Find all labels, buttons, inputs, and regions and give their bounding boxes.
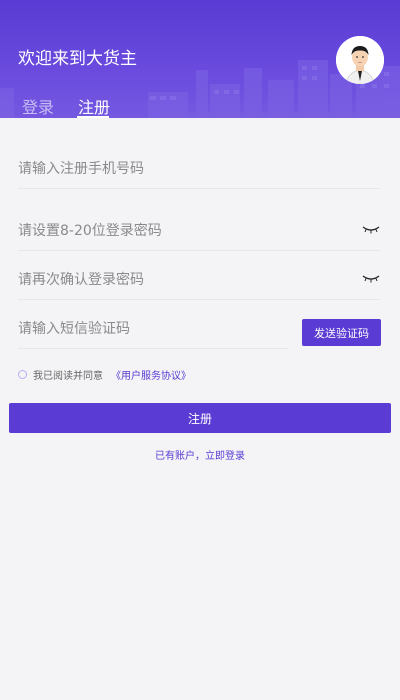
tab-register[interactable]: 注册 bbox=[78, 94, 110, 118]
tab-login[interactable]: 登录 bbox=[22, 94, 54, 118]
welcome-title: 欢迎来到大货主 bbox=[18, 49, 137, 69]
agreement-row: 我已阅读并同意 《用户服务协议》 bbox=[18, 367, 191, 382]
confirm-password-input[interactable] bbox=[18, 260, 380, 299]
active-tab-indicator bbox=[77, 116, 109, 118]
phone-field bbox=[18, 149, 380, 189]
login-link[interactable]: 已有账户，立即登录 bbox=[0, 447, 400, 462]
register-button[interactable]: 注册 bbox=[9, 403, 391, 433]
header-banner: 欢迎来到大货主 登录 注册 bbox=[0, 0, 400, 118]
agree-radio[interactable] bbox=[18, 369, 27, 379]
password-field bbox=[18, 211, 380, 251]
phone-input[interactable] bbox=[18, 149, 380, 188]
agreement-link[interactable]: 《用户服务协议》 bbox=[111, 367, 191, 382]
password-input[interactable] bbox=[18, 211, 380, 250]
confirm-password-field bbox=[18, 260, 380, 300]
user-avatar-icon bbox=[336, 36, 384, 84]
send-code-button[interactable]: 发送验证码 bbox=[302, 319, 381, 346]
avatar[interactable] bbox=[336, 36, 384, 84]
eye-closed-icon[interactable] bbox=[362, 225, 380, 235]
agree-text: 我已阅读并同意 bbox=[33, 370, 103, 382]
sms-code-field bbox=[18, 309, 288, 349]
eye-closed-icon[interactable] bbox=[362, 274, 380, 284]
sms-code-input[interactable] bbox=[18, 309, 288, 348]
